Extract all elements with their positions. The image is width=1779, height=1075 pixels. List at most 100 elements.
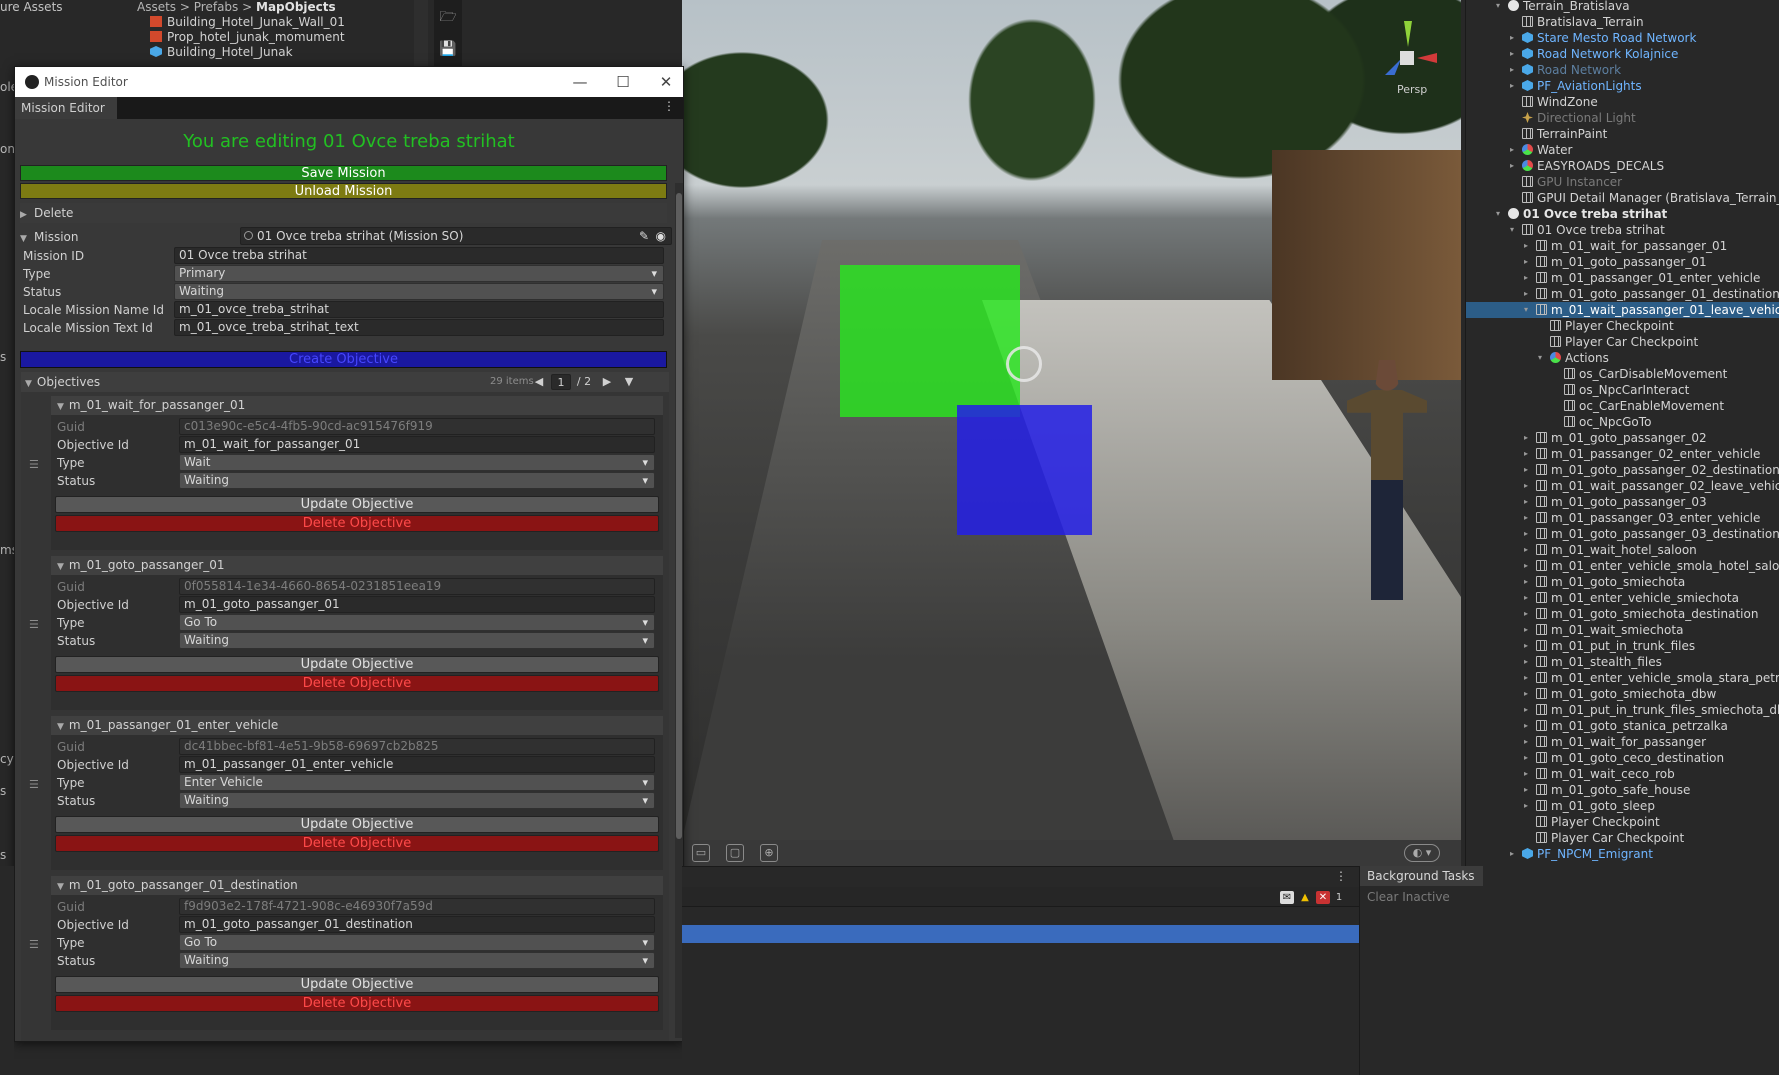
hierarchy-item[interactable]: ▸ m_01_goto_stanica_petrzalka xyxy=(1466,718,1779,734)
chevron-right-icon[interactable]: ▸ xyxy=(1524,430,1528,446)
object-picker-icon[interactable]: ◉ xyxy=(656,228,666,244)
hierarchy-item[interactable]: ▸ m_01_passanger_03_enter_vehicle xyxy=(1466,510,1779,526)
chevron-right-icon[interactable]: ▸ xyxy=(1524,542,1528,558)
chevron-right-icon[interactable]: ▸ xyxy=(1510,30,1514,46)
objective-foldout[interactable]: ▼ m_01_wait_for_passanger_01 xyxy=(51,396,663,415)
gizmo-z-axis-icon[interactable] xyxy=(1385,59,1401,75)
update-objective-button[interactable]: Update Objective xyxy=(55,976,659,993)
objective-id-field[interactable]: m_01_wait_for_passanger_01 xyxy=(179,436,655,453)
locale-text-field[interactable]: m_01_ovce_treba_strihat_text xyxy=(174,319,664,336)
chevron-right-icon[interactable]: ▸ xyxy=(1524,590,1528,606)
tab-mission-editor[interactable]: Mission Editor xyxy=(15,97,117,119)
hierarchy-item[interactable]: Player Car Checkpoint xyxy=(1466,830,1779,846)
player-car-checkpoint-box[interactable] xyxy=(957,405,1092,535)
chevron-right-icon[interactable]: ▸ xyxy=(1510,78,1514,94)
delete-objective-button[interactable]: Delete Objective xyxy=(55,515,659,532)
hierarchy-item[interactable]: ▸ m_01_goto_passanger_02 xyxy=(1466,430,1779,446)
hierarchy-item[interactable]: ▸ m_01_enter_vehicle_smola_hotel_saloon xyxy=(1466,558,1779,574)
prev-page-icon[interactable]: ◀ xyxy=(531,374,547,390)
chevron-right-icon[interactable]: ▸ xyxy=(1510,158,1514,174)
chevron-down-icon[interactable]: ▾ xyxy=(1538,350,1542,366)
hierarchy-item[interactable]: ▸ Water xyxy=(1466,142,1779,158)
hierarchy-item[interactable]: ▾ 01 Ovce treba strihat xyxy=(1466,222,1779,238)
chevron-down-icon[interactable]: ▾ xyxy=(1510,222,1514,238)
close-button[interactable]: ✕ xyxy=(655,71,677,93)
chevron-right-icon[interactable]: ▸ xyxy=(1524,734,1528,750)
breadcrumb-prefabs[interactable]: Prefabs xyxy=(194,0,239,14)
hierarchy-item[interactable]: ▸ m_01_enter_vehicle_smola_stara_petrza xyxy=(1466,670,1779,686)
objective-status-dropdown[interactable]: Waiting xyxy=(179,632,655,649)
visibility-toggle-icon[interactable] xyxy=(1484,0,1498,40)
chevron-right-icon[interactable]: ▸ xyxy=(1524,702,1528,718)
objective-type-dropdown[interactable]: Go To xyxy=(179,614,655,631)
hierarchy-item[interactable]: ▸ m_01_wait_smiechota xyxy=(1466,622,1779,638)
chevron-right-icon[interactable]: ▸ xyxy=(1524,478,1528,494)
update-objective-button[interactable]: Update Objective xyxy=(55,656,659,673)
objective-foldout[interactable]: ▼ m_01_passanger_01_enter_vehicle xyxy=(51,716,663,735)
hierarchy-item[interactable]: Player Car Checkpoint xyxy=(1466,334,1779,350)
chevron-right-icon[interactable]: ▸ xyxy=(1524,766,1528,782)
objective-id-field[interactable]: m_01_passanger_01_enter_vehicle xyxy=(179,756,655,773)
hierarchy-item[interactable]: ▸ m_01_goto_passanger_03_destination xyxy=(1466,526,1779,542)
hierarchy-item[interactable]: ▸ Stare Mesto Road Network xyxy=(1466,30,1779,46)
unload-mission-button[interactable]: Unload Mission xyxy=(20,183,667,199)
chevron-down-icon[interactable]: ▾ xyxy=(1496,206,1500,222)
chevron-right-icon[interactable]: ▸ xyxy=(1524,254,1528,270)
create-objective-button[interactable]: Create Objective xyxy=(20,351,667,368)
save-icon[interactable]: 💾 xyxy=(439,40,457,58)
hierarchy-item[interactable]: oc_NpcGoTo xyxy=(1466,414,1779,430)
maximize-button[interactable]: ☐ xyxy=(612,71,634,93)
objectives-header[interactable]: ▼ Objectives 29 items ◀ 1 / 2 ▶ ▼ xyxy=(21,372,669,392)
chevron-right-icon[interactable]: ▸ xyxy=(1524,526,1528,542)
hierarchy-item[interactable]: TerrainPaint xyxy=(1466,126,1779,142)
hierarchy-item[interactable]: ▸ m_01_put_in_trunk_files_smiechota_dbw xyxy=(1466,702,1779,718)
hierarchy-item[interactable]: ▸ m_01_wait_ceco_rob xyxy=(1466,766,1779,782)
hierarchy-item[interactable]: ▸ Road Network Kolajnice xyxy=(1466,46,1779,62)
perspective-label[interactable]: Persp xyxy=(1397,83,1427,96)
chevron-right-icon[interactable]: ▸ xyxy=(1524,670,1528,686)
objective-type-dropdown[interactable]: Enter Vehicle xyxy=(179,774,655,791)
scene-view[interactable]: Persp xyxy=(682,0,1461,840)
window-titlebar[interactable]: Mission Editor — ☐ ✕ xyxy=(15,67,683,97)
chevron-right-icon[interactable]: ▸ xyxy=(1524,510,1528,526)
objectives-foldout[interactable]: ▼ Objectives xyxy=(25,375,100,389)
hierarchy-item[interactable]: Player Checkpoint xyxy=(1466,814,1779,830)
hierarchy-item[interactable]: ▸ m_01_enter_vehicle_smiechota xyxy=(1466,590,1779,606)
chevron-right-icon[interactable]: ▸ xyxy=(1524,750,1528,766)
console-selected-row[interactable] xyxy=(682,925,1359,943)
hierarchy-item[interactable]: oc_CarEnableMovement xyxy=(1466,398,1779,414)
hierarchy-item[interactable]: os_NpcCarInteract xyxy=(1466,382,1779,398)
2d-toggle-icon[interactable]: ▭ xyxy=(692,844,710,862)
asset-item[interactable]: Building_Hotel_Junak xyxy=(150,45,293,60)
hierarchy-item[interactable]: ▸ m_01_goto_smiechota_destination xyxy=(1466,606,1779,622)
objective-type-dropdown[interactable]: Go To xyxy=(179,934,655,951)
hierarchy-item[interactable]: ▸ PF_AviationLights xyxy=(1466,78,1779,94)
drag-handle-icon[interactable]: ☰ xyxy=(29,938,43,951)
hierarchy-item[interactable]: Bratislava_Terrain xyxy=(1466,14,1779,30)
hierarchy-item[interactable]: Directional Light xyxy=(1466,110,1779,126)
delete-objective-button[interactable]: Delete Objective xyxy=(55,995,659,1012)
error-filter-icon[interactable]: ✕ xyxy=(1316,891,1330,904)
hierarchy-item[interactable]: ▸ m_01_wait_for_passanger xyxy=(1466,734,1779,750)
chevron-right-icon[interactable]: ▸ xyxy=(1524,718,1528,734)
gizmo-center-icon[interactable] xyxy=(1400,51,1414,65)
hierarchy-item[interactable]: ▸ m_01_goto_smiechota xyxy=(1466,574,1779,590)
chevron-right-icon[interactable]: ▸ xyxy=(1510,846,1514,862)
project-scrollbar[interactable] xyxy=(414,0,428,66)
delete-foldout[interactable]: ▶ Delete xyxy=(20,203,667,223)
chevron-right-icon[interactable]: ▸ xyxy=(1524,446,1528,462)
chevron-right-icon[interactable]: ▸ xyxy=(1524,494,1528,510)
mission-object-field[interactable]: 01 Ovce treba strihat (Mission SO) ✎ ◉ xyxy=(240,227,672,245)
player-checkpoint-box[interactable] xyxy=(840,265,1020,417)
orientation-gizmo[interactable]: Persp xyxy=(1367,15,1447,100)
objective-foldout[interactable]: ▼ m_01_goto_passanger_01_destination xyxy=(51,876,663,895)
hierarchy-item[interactable]: ▸ m_01_wait_passanger_02_leave_vehicle xyxy=(1466,478,1779,494)
locale-name-field[interactable]: m_01_ovce_treba_strihat xyxy=(174,301,664,318)
hierarchy-item[interactable]: ▸ m_01_goto_sleep xyxy=(1466,798,1779,814)
chevron-right-icon[interactable]: ▸ xyxy=(1524,238,1528,254)
chevron-right-icon[interactable]: ▸ xyxy=(1524,686,1528,702)
snap-icon[interactable]: ⊕ xyxy=(760,844,778,862)
chevron-right-icon[interactable]: ▸ xyxy=(1524,606,1528,622)
clear-inactive-button[interactable]: Clear Inactive xyxy=(1367,890,1450,904)
hierarchy-item[interactable]: ▾ Actions xyxy=(1466,350,1779,366)
